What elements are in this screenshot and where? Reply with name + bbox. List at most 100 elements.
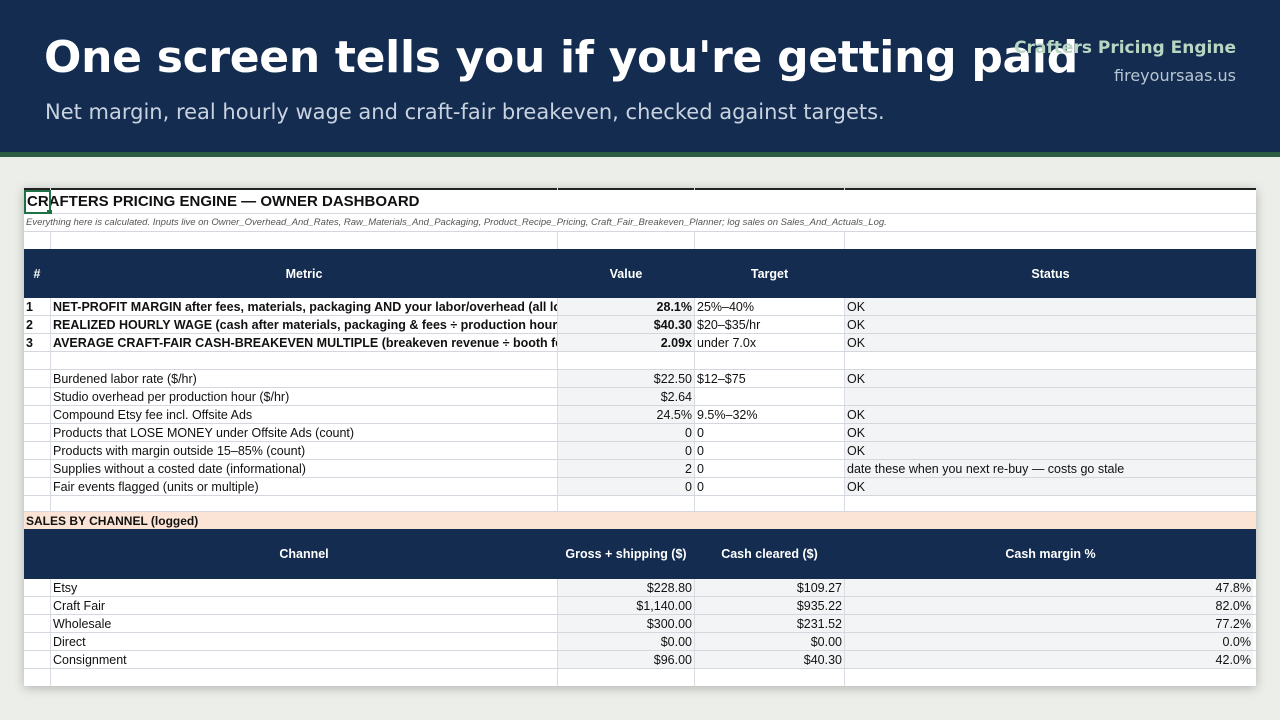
sales-margin[interactable]: 82.0%: [845, 597, 1253, 614]
check-metric[interactable]: Fair events flagged (units or multiple): [51, 478, 557, 495]
sheet-note-row: Everything here is calculated. Inputs li…: [24, 214, 1256, 232]
sheet-title-row: CRAFTERS PRICING ENGINE — OWNER DASHBOAR…: [24, 190, 1256, 214]
spacer-row: [24, 496, 1256, 512]
sales-row: Craft Fair $1,140.00 $935.22 82.0%: [24, 597, 1256, 615]
sales-row: Direct $0.00 $0.00 0.0%: [24, 633, 1256, 651]
banner-title: One screen tells you if you're getting p…: [44, 32, 1078, 83]
sales-margin[interactable]: 47.8%: [845, 579, 1253, 596]
sheet-note[interactable]: Everything here is calculated. Inputs li…: [24, 214, 1256, 231]
accent-stripe: [0, 152, 1280, 157]
brand-url: fireyoursaas.us: [1114, 66, 1236, 85]
kpi-num[interactable]: 3: [24, 334, 50, 351]
check-value[interactable]: 2: [558, 460, 694, 477]
check-value[interactable]: 24.5%: [558, 406, 694, 423]
sales-section-title[interactable]: SALES BY CHANNEL (logged): [24, 512, 624, 529]
check-value[interactable]: 0: [558, 442, 694, 459]
kpi-header-row: # Metric Value Target Status: [24, 249, 1256, 298]
spreadsheet[interactable]: CRAFTERS PRICING ENGINE — OWNER DASHBOAR…: [24, 188, 1256, 686]
check-target[interactable]: $12–$75: [695, 370, 844, 387]
sales-cleared[interactable]: $231.52: [695, 615, 844, 632]
header-value[interactable]: Value: [558, 249, 694, 298]
kpi-status[interactable]: OK: [845, 334, 1256, 351]
sales-row: Etsy $228.80 $109.27 47.8%: [24, 579, 1256, 597]
kpi-status[interactable]: OK: [845, 298, 1256, 315]
kpi-num[interactable]: 1: [24, 298, 50, 315]
sales-cleared[interactable]: $40.30: [695, 651, 844, 668]
sales-cleared[interactable]: $0.00: [695, 633, 844, 650]
sales-header-row: Channel Gross + shipping ($) Cash cleare…: [24, 529, 1256, 579]
kpi-target[interactable]: $20–$35/hr: [695, 316, 844, 333]
spacer-row: [24, 352, 1256, 370]
kpi-value[interactable]: 28.1%: [558, 298, 694, 315]
check-status[interactable]: [845, 388, 1256, 405]
header-channel[interactable]: Channel: [51, 529, 557, 579]
sales-channel[interactable]: Direct: [51, 633, 557, 650]
kpi-metric[interactable]: REALIZED HOURLY WAGE (cash after materia…: [51, 316, 557, 333]
check-target[interactable]: 0: [695, 478, 844, 495]
sales-gross[interactable]: $1,140.00: [558, 597, 694, 614]
sales-margin[interactable]: 42.0%: [845, 651, 1253, 668]
kpi-target[interactable]: 25%–40%: [695, 298, 844, 315]
check-status[interactable]: OK: [845, 442, 1256, 459]
check-row: Fair events flagged (units or multiple) …: [24, 478, 1256, 496]
check-status[interactable]: OK: [845, 424, 1256, 441]
header-target[interactable]: Target: [695, 249, 844, 298]
kpi-metric[interactable]: AVERAGE CRAFT-FAIR CASH-BREAKEVEN MULTIP…: [51, 334, 557, 351]
header-gross[interactable]: Gross + shipping ($): [558, 529, 694, 579]
check-value[interactable]: $22.50: [558, 370, 694, 387]
check-metric[interactable]: Burdened labor rate ($/hr): [51, 370, 557, 387]
check-metric[interactable]: Compound Etsy fee incl. Offsite Ads: [51, 406, 557, 423]
sales-gross[interactable]: $228.80: [558, 579, 694, 596]
sales-row: Wholesale $300.00 $231.52 77.2%: [24, 615, 1256, 633]
kpi-status[interactable]: OK: [845, 316, 1256, 333]
check-status[interactable]: OK: [845, 370, 1256, 387]
sales-margin[interactable]: 0.0%: [845, 633, 1253, 650]
check-target[interactable]: [695, 388, 844, 405]
check-row: Studio overhead per production hour ($/h…: [24, 388, 1256, 406]
sales-section-title-row: SALES BY CHANNEL (logged): [24, 512, 1256, 529]
check-row: Burdened labor rate ($/hr) $22.50 $12–$7…: [24, 370, 1256, 388]
check-target[interactable]: 0: [695, 424, 844, 441]
kpi-row: 2 REALIZED HOURLY WAGE (cash after mater…: [24, 316, 1256, 334]
header-banner: One screen tells you if you're getting p…: [0, 0, 1280, 152]
check-status[interactable]: OK: [845, 406, 1256, 423]
check-row: Products with margin outside 15–85% (cou…: [24, 442, 1256, 460]
check-metric[interactable]: Studio overhead per production hour ($/h…: [51, 388, 557, 405]
check-target[interactable]: 0: [695, 442, 844, 459]
sheet-title[interactable]: CRAFTERS PRICING ENGINE — OWNER DASHBOAR…: [25, 190, 555, 213]
sales-gross[interactable]: $96.00: [558, 651, 694, 668]
kpi-metric[interactable]: NET-PROFIT MARGIN after fees, materials,…: [51, 298, 557, 315]
check-status[interactable]: date these when you next re-buy — costs …: [845, 460, 1256, 477]
kpi-row: 3 AVERAGE CRAFT-FAIR CASH-BREAKEVEN MULT…: [24, 334, 1256, 352]
check-metric[interactable]: Products that LOSE MONEY under Offsite A…: [51, 424, 557, 441]
sales-gross[interactable]: $0.00: [558, 633, 694, 650]
kpi-num[interactable]: 2: [24, 316, 50, 333]
sales-cleared[interactable]: $935.22: [695, 597, 844, 614]
sales-gross[interactable]: $300.00: [558, 615, 694, 632]
header-margin[interactable]: Cash margin %: [845, 529, 1256, 579]
banner-subtitle: Net margin, real hourly wage and craft-f…: [45, 100, 885, 124]
sales-channel[interactable]: Etsy: [51, 579, 557, 596]
sales-channel[interactable]: Consignment: [51, 651, 557, 668]
sales-channel[interactable]: Craft Fair: [51, 597, 557, 614]
header-status[interactable]: Status: [845, 249, 1256, 298]
check-value[interactable]: 0: [558, 478, 694, 495]
header-num[interactable]: #: [24, 249, 50, 298]
check-target[interactable]: 9.5%–32%: [695, 406, 844, 423]
kpi-value[interactable]: $40.30: [558, 316, 694, 333]
header-cleared[interactable]: Cash cleared ($): [695, 529, 844, 579]
kpi-target[interactable]: under 7.0x: [695, 334, 844, 351]
check-metric[interactable]: Supplies without a costed date (informat…: [51, 460, 557, 477]
check-status[interactable]: OK: [845, 478, 1256, 495]
sales-channel[interactable]: Wholesale: [51, 615, 557, 632]
check-value[interactable]: 0: [558, 424, 694, 441]
header-metric[interactable]: Metric: [51, 249, 557, 298]
check-metric[interactable]: Products with margin outside 15–85% (cou…: [51, 442, 557, 459]
brand-name: Crafters Pricing Engine: [1014, 38, 1236, 58]
check-row: Products that LOSE MONEY under Offsite A…: [24, 424, 1256, 442]
kpi-value[interactable]: 2.09x: [558, 334, 694, 351]
sales-margin[interactable]: 77.2%: [845, 615, 1253, 632]
check-value[interactable]: $2.64: [558, 388, 694, 405]
check-target[interactable]: 0: [695, 460, 844, 477]
sales-cleared[interactable]: $109.27: [695, 579, 844, 596]
